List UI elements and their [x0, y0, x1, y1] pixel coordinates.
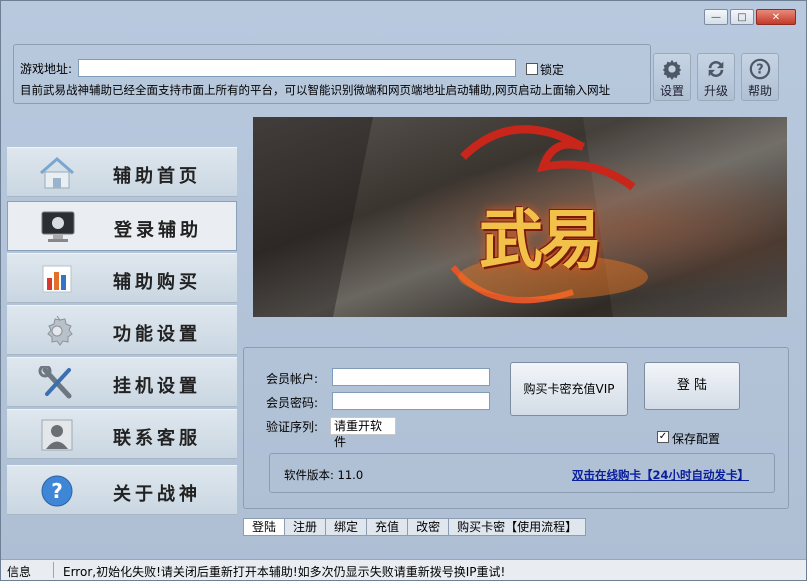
upgrade-button[interactable]: 升级 [697, 53, 735, 101]
tab-change-password[interactable]: 改密 [408, 518, 450, 536]
nav-item-login[interactable]: 登录辅助 [7, 201, 237, 251]
status-message: Error,初始化失败!请关闭后重新打开本辅助!如多次仍显示失败请重新拨号换IP… [63, 565, 506, 579]
nav-item-home[interactable]: 辅助首页 [7, 147, 237, 197]
nav-label: 登录辅助 [114, 220, 202, 241]
contact-icon [41, 419, 73, 451]
window-controls: — □ ✕ [704, 9, 796, 25]
tab-login[interactable]: 登陆 [243, 518, 286, 536]
nav-label: 关于战神 [113, 484, 201, 505]
nav-item-about[interactable]: ? 关于战神 [7, 465, 237, 515]
svg-text:?: ? [51, 479, 63, 503]
tab-bind[interactable]: 绑定 [326, 518, 368, 536]
sidebar-nav: 辅助首页 登录辅助 辅助购买 功能设置 挂机设置 联系客服 ? 关于战神 [7, 147, 237, 517]
tab-register[interactable]: 注册 [285, 518, 327, 536]
game-banner: 武易 [253, 117, 787, 317]
maximize-button[interactable]: □ [730, 9, 754, 25]
version-panel: 软件版本: 11.0 双击在线购卡【24小时自动发卡】 [269, 453, 775, 493]
tab-recharge[interactable]: 充值 [367, 518, 409, 536]
bottom-tabs: 登陆 注册 绑定 充值 改密 购买卡密【使用流程】 [243, 518, 587, 536]
version-text: 软件版本: 11.0 [284, 468, 364, 482]
nav-item-idle-settings[interactable]: 挂机设置 [7, 357, 237, 407]
lock-checkbox[interactable] [526, 63, 538, 75]
question-icon: ? [41, 475, 73, 507]
nav-item-function-settings[interactable]: 功能设置 [7, 305, 237, 355]
help-label: 帮助 [747, 84, 772, 98]
nav-label: 辅助首页 [113, 166, 201, 187]
buy-vip-button[interactable]: 购买卡密充值VIP [510, 362, 628, 416]
password-input[interactable] [332, 392, 490, 410]
main-window: — □ ✕ 游戏地址: 锁定 目前武易战神辅助已经全面支持市面上所有的平台，可以… [0, 0, 807, 581]
nav-label: 辅助购买 [113, 272, 201, 293]
nav-label: 挂机设置 [113, 376, 201, 397]
status-bar: 信息 Error,初始化失败!请关闭后重新打开本辅助!如多次仍显示失败请重新拨号… [1, 559, 806, 580]
home-icon [40, 157, 74, 189]
platform-info-text: 目前武易战神辅助已经全面支持市面上所有的平台，可以智能识别微端和网页端地址启动辅… [20, 83, 611, 97]
nav-label: 功能设置 [113, 324, 201, 345]
gear-icon [47, 315, 73, 346]
captcha-value: 请重开软件 [330, 417, 396, 449]
buy-card-link[interactable]: 双击在线购卡【24小时自动发卡】 [572, 467, 749, 483]
game-address-label: 游戏地址: [20, 62, 73, 76]
status-label: 信息 [7, 565, 32, 579]
address-panel: 游戏地址: 锁定 目前武易战神辅助已经全面支持市面上所有的平台，可以智能识别微端… [13, 44, 651, 104]
svg-text:?: ? [756, 63, 763, 78]
status-divider [53, 562, 54, 578]
password-label: 会员密码: [266, 396, 319, 410]
login-button[interactable]: 登 陆 [644, 362, 740, 410]
recycle-icon [708, 61, 724, 77]
gear-icon [662, 59, 682, 80]
tab-buy-card[interactable]: 购买卡密【使用流程】 [449, 518, 587, 536]
monitor-icon [41, 211, 75, 242]
minimize-button[interactable]: — [704, 9, 728, 25]
save-config-label: 保存配置 [672, 432, 721, 446]
account-label: 会员帐户: [266, 372, 319, 386]
wrench-icon [38, 366, 72, 399]
save-config-checkbox[interactable]: ✓ [657, 431, 669, 443]
bar-chart-icon [42, 265, 72, 293]
captcha-label: 验证序列: [266, 420, 319, 434]
nav-item-purchase[interactable]: 辅助购买 [7, 253, 237, 303]
settings-button[interactable]: 设置 [653, 53, 691, 101]
help-button[interactable]: ? 帮助 [741, 53, 779, 101]
nav-item-contact[interactable]: 联系客服 [7, 409, 237, 459]
lock-label: 锁定 [540, 63, 565, 77]
nav-label: 联系客服 [113, 428, 201, 449]
game-address-input[interactable] [78, 59, 516, 77]
account-input[interactable] [332, 368, 490, 386]
settings-label: 设置 [659, 84, 684, 98]
help-icon: ? [749, 58, 771, 80]
close-button[interactable]: ✕ [756, 9, 796, 25]
upgrade-label: 升级 [703, 84, 728, 98]
banner-logo-text: 武易 [479, 203, 603, 278]
